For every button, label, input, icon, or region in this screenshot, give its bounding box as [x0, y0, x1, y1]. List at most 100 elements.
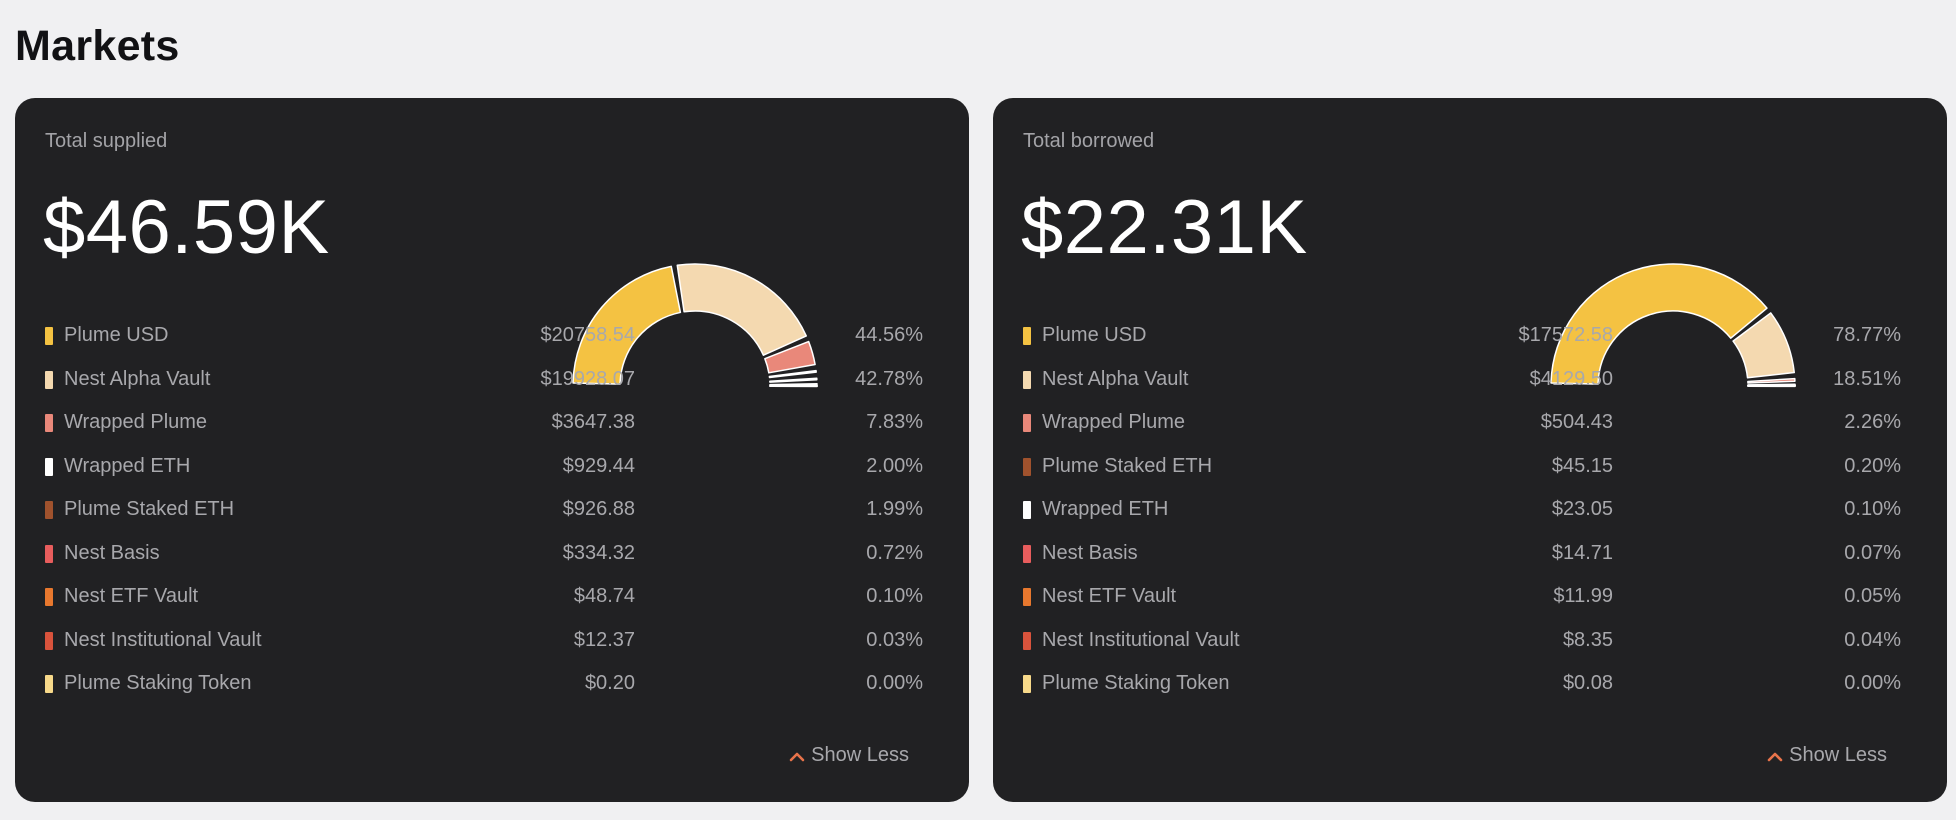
- chevron-up-icon: [789, 752, 805, 761]
- legend-item: Nest Alpha Vault $4129.50 18.51%: [1023, 358, 1903, 402]
- asset-value: $929.44: [562, 454, 635, 477]
- total-supplied-card: Total supplied $46.59K Plume USD $20758.5…: [15, 98, 969, 802]
- asset-name: Nest Institutional Vault: [64, 628, 262, 651]
- asset-name: Nest Alpha Vault: [1042, 367, 1189, 390]
- legend-item: Nest Basis $14.71 0.07%: [1023, 532, 1903, 576]
- asset-percentage: 0.03%: [866, 628, 923, 651]
- asset-percentage: 0.10%: [1844, 498, 1901, 520]
- asset-name: Plume Staked ETH: [64, 498, 235, 520]
- legend-item: Plume Staked ETH $926.88 1.99%: [45, 488, 925, 532]
- asset-name: Wrapped ETH: [64, 454, 191, 477]
- legend-swatch: [45, 675, 53, 693]
- asset-value: $45.15: [1551, 454, 1613, 477]
- asset-value: $23.05: [1551, 498, 1613, 520]
- total-borrowed-card: Total borrowed $22.31K Plume USD $17572.5…: [993, 98, 1947, 802]
- legend-item: Plume USD $20758.54 44.56%: [45, 314, 925, 358]
- legend-swatch: [45, 544, 53, 563]
- legend-swatch: [45, 457, 53, 476]
- asset-percentage: 78.77%: [1833, 324, 1901, 346]
- asset-percentage: 2.00%: [866, 454, 923, 477]
- asset-name: Plume Staking Token: [64, 672, 252, 694]
- show-less-button[interactable]: Show Less: [789, 744, 909, 767]
- asset-value: $11.99: [1553, 585, 1613, 607]
- asset-name: Plume Staking Token: [1042, 672, 1230, 694]
- asset-value: $17572.58: [1518, 324, 1613, 346]
- asset-percentage: 0.72%: [866, 541, 923, 564]
- asset-name: Wrapped Plume: [1042, 411, 1186, 433]
- asset-name: Wrapped ETH: [1042, 498, 1169, 520]
- legend-item: Nest Basis $334.32 0.72%: [45, 532, 925, 576]
- asset-value: $20758.54: [540, 324, 635, 346]
- legend-item: Plume USD $17572.58 78.77%: [1023, 314, 1903, 358]
- asset-percentage: 0.20%: [1844, 454, 1901, 477]
- asset-percentage: 1.99%: [866, 498, 923, 520]
- asset-value: $0.08: [1562, 672, 1613, 694]
- asset-percentage: 0.04%: [1844, 628, 1901, 651]
- asset-name: Nest Institutional Vault: [1042, 628, 1240, 651]
- asset-value: $504.43: [1540, 411, 1613, 433]
- asset-name: Nest Basis: [1042, 541, 1138, 564]
- legend-swatch: [1023, 544, 1031, 563]
- asset-value: $926.88: [562, 498, 635, 520]
- asset-percentage: 0.00%: [866, 672, 923, 694]
- legend-item: Wrapped ETH $23.05 0.10%: [1023, 488, 1903, 532]
- chevron-up-icon: [1767, 752, 1783, 761]
- show-less-label: Show Less: [1789, 744, 1887, 766]
- legend-swatch: [1023, 457, 1031, 476]
- legend-item: Plume Staked ETH $45.15 0.20%: [1023, 445, 1903, 489]
- asset-name: Plume USD: [1042, 324, 1147, 346]
- asset-name: Plume USD: [64, 324, 169, 346]
- asset-value: $334.32: [562, 541, 635, 564]
- asset-value: $19928.07: [540, 367, 635, 390]
- legend-item: Wrapped ETH $929.44 2.00%: [45, 445, 925, 489]
- legend-swatch: [1023, 631, 1031, 650]
- legend-item: Nest ETF Vault $11.99 0.05%: [1023, 575, 1903, 619]
- asset-name: Wrapped Plume: [64, 411, 208, 433]
- asset-value: $12.37: [573, 628, 635, 651]
- legend-item: Nest Alpha Vault $19928.07 42.78%: [45, 358, 925, 402]
- legend-swatch: [45, 327, 53, 345]
- show-less-button[interactable]: Show Less: [1767, 744, 1887, 767]
- card-label: Total supplied: [45, 130, 168, 152]
- asset-percentage: 18.51%: [1833, 367, 1901, 390]
- legend-item: Plume Staking Token $0.20 0.00%: [45, 662, 925, 706]
- legend-item: Nest ETF Vault $48.74 0.10%: [45, 575, 925, 619]
- asset-value: $3647.38: [551, 411, 635, 433]
- asset-value: $0.20: [584, 672, 635, 694]
- asset-percentage: 42.78%: [855, 367, 923, 390]
- asset-name: Nest Basis: [64, 541, 160, 564]
- asset-legend: Plume USD $20758.54 44.56% Nest Alpha Vault…: [45, 314, 925, 706]
- legend-swatch: [1023, 588, 1031, 606]
- legend-swatch: [45, 370, 53, 389]
- page-title: Markets: [15, 22, 180, 70]
- legend-swatch: [1023, 327, 1031, 345]
- asset-name: Nest Alpha Vault: [64, 367, 211, 390]
- asset-percentage: 0.10%: [866, 585, 923, 607]
- asset-value: $4129.50: [1529, 367, 1613, 390]
- asset-percentage: 44.56%: [855, 324, 923, 346]
- legend-swatch: [45, 501, 53, 519]
- show-less-label: Show Less: [811, 744, 909, 766]
- legend-item: Plume Staking Token $0.08 0.00%: [1023, 662, 1903, 706]
- asset-value: $8.35: [1562, 628, 1613, 651]
- asset-percentage: 0.00%: [1844, 672, 1901, 694]
- legend-item: Nest Institutional Vault $12.37 0.03%: [45, 619, 925, 663]
- legend-swatch: [1023, 501, 1031, 519]
- legend-swatch: [45, 588, 53, 606]
- asset-legend: Plume USD $17572.58 78.77% Nest Alpha Vault…: [1023, 314, 1903, 706]
- asset-percentage: 0.05%: [1844, 585, 1901, 607]
- asset-percentage: 2.26%: [1844, 411, 1901, 433]
- legend-swatch: [1023, 414, 1031, 432]
- asset-value: $14.71: [1551, 541, 1613, 564]
- legend-item: Nest Institutional Vault $8.35 0.04%: [1023, 619, 1903, 663]
- asset-name: Plume Staked ETH: [1042, 454, 1213, 477]
- legend-swatch: [45, 414, 53, 432]
- asset-percentage: 0.07%: [1844, 541, 1901, 564]
- card-label: Total borrowed: [1023, 130, 1155, 152]
- legend-swatch: [1023, 370, 1031, 389]
- legend-swatch: [1023, 675, 1031, 693]
- legend-swatch: [45, 631, 53, 650]
- asset-name: Nest ETF Vault: [64, 585, 199, 607]
- card-total-value: $22.31K: [1021, 185, 1308, 270]
- legend-item: Wrapped Plume $504.43 2.26%: [1023, 401, 1903, 445]
